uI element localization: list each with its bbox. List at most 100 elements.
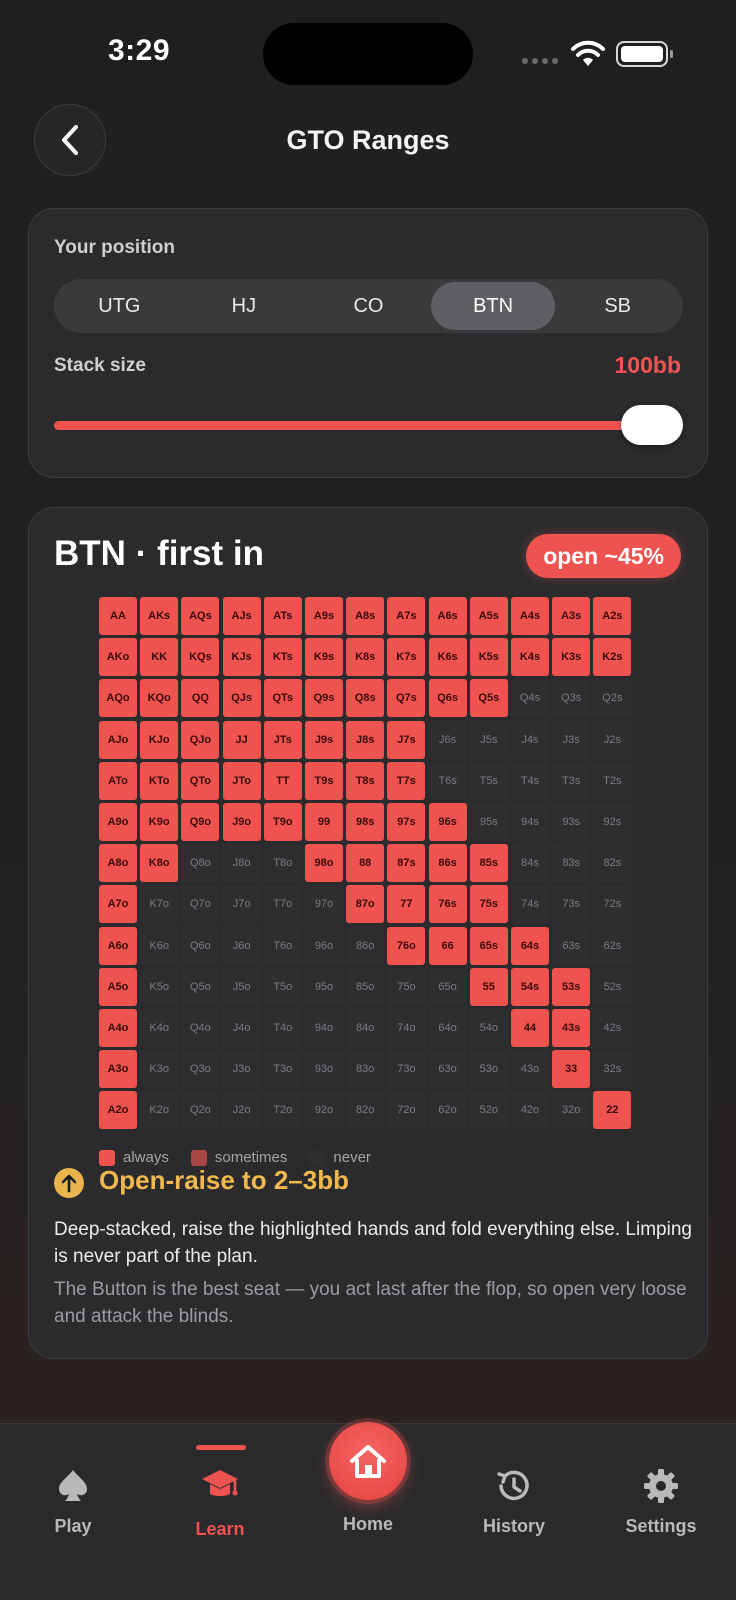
hand-cell-K6s[interactable]: K6s <box>428 638 467 677</box>
hand-cell-97s[interactable]: 97s <box>387 803 426 841</box>
hand-cell-65s[interactable]: 65s <box>469 926 508 965</box>
hand-cell-Q5o[interactable]: Q5o <box>181 967 220 1006</box>
hand-cell-A3o[interactable]: A3o <box>99 1050 137 1089</box>
hand-cell-K2o[interactable]: K2o <box>140 1091 179 1130</box>
hand-cell-K4s[interactable]: K4s <box>511 638 549 677</box>
hand-cell-A7o[interactable]: A7o <box>99 885 137 924</box>
hand-cell-43s[interactable]: 43s <box>552 1009 591 1047</box>
hand-cell-T5s[interactable]: T5s <box>469 761 508 800</box>
hand-cell-J2s[interactable]: J2s <box>593 720 632 759</box>
hand-cell-Q9s[interactable]: Q9s <box>305 679 343 718</box>
hand-cell-K7o[interactable]: K7o <box>140 885 179 924</box>
hand-cell-63s[interactable]: 63s <box>552 926 591 965</box>
hand-cell-KK[interactable]: KK <box>140 638 179 677</box>
hand-cell-53s[interactable]: 53s <box>552 967 591 1006</box>
hand-cell-K2s[interactable]: K2s <box>593 638 632 677</box>
hand-cell-93o[interactable]: 93o <box>305 1050 343 1089</box>
hand-cell-T7o[interactable]: T7o <box>263 885 302 924</box>
hand-cell-85o[interactable]: 85o <box>346 967 385 1006</box>
hand-cell-KJo[interactable]: KJo <box>140 720 179 759</box>
hand-cell-32s[interactable]: 32s <box>593 1050 632 1089</box>
hand-cell-22[interactable]: 22 <box>593 1091 632 1130</box>
hand-cell-A9s[interactable]: A9s <box>305 597 343 635</box>
hand-cell-A9o[interactable]: A9o <box>99 803 137 841</box>
hand-cell-86s[interactable]: 86s <box>428 844 467 883</box>
hand-cell-83o[interactable]: 83o <box>346 1050 385 1089</box>
hand-cell-A8o[interactable]: A8o <box>99 844 137 883</box>
hand-cell-K7s[interactable]: K7s <box>387 638 426 677</box>
hand-cell-87s[interactable]: 87s <box>387 844 426 883</box>
hand-cell-96o[interactable]: 96o <box>305 926 343 965</box>
hand-cell-QQ[interactable]: QQ <box>181 679 220 718</box>
hand-cell-52o[interactable]: 52o <box>469 1091 508 1130</box>
hand-cell-98s[interactable]: 98s <box>346 803 385 841</box>
hand-cell-T8o[interactable]: T8o <box>263 844 302 883</box>
hand-cell-T4s[interactable]: T4s <box>511 761 549 800</box>
hand-cell-Q8o[interactable]: Q8o <box>181 844 220 883</box>
hand-cell-87o[interactable]: 87o <box>346 885 385 924</box>
hand-cell-A7s[interactable]: A7s <box>387 597 426 635</box>
hand-cell-Q3o[interactable]: Q3o <box>181 1050 220 1089</box>
hand-cell-73s[interactable]: 73s <box>552 885 591 924</box>
hand-cell-J6s[interactable]: J6s <box>428 720 467 759</box>
hand-cell-99[interactable]: 99 <box>305 803 343 841</box>
hand-cell-97o[interactable]: 97o <box>305 885 343 924</box>
hand-cell-Q6o[interactable]: Q6o <box>181 926 220 965</box>
hand-cell-T4o[interactable]: T4o <box>263 1009 302 1047</box>
hand-cell-T3s[interactable]: T3s <box>552 761 591 800</box>
hand-cell-QJs[interactable]: QJs <box>222 679 261 718</box>
hand-cell-J5o[interactable]: J5o <box>222 967 261 1006</box>
tab-play[interactable]: Play <box>13 1424 133 1544</box>
hand-cell-JTo[interactable]: JTo <box>222 761 261 800</box>
hand-cell-J7s[interactable]: J7s <box>387 720 426 759</box>
hand-cell-64s[interactable]: 64s <box>511 926 549 965</box>
hand-cell-A4o[interactable]: A4o <box>99 1009 137 1047</box>
hand-cell-54o[interactable]: 54o <box>469 1009 508 1047</box>
hand-cell-ATs[interactable]: ATs <box>263 597 302 635</box>
hand-cell-62o[interactable]: 62o <box>428 1091 467 1130</box>
hand-cell-95o[interactable]: 95o <box>305 967 343 1006</box>
hand-cell-K9s[interactable]: K9s <box>305 638 343 677</box>
hand-cell-KQs[interactable]: KQs <box>181 638 220 677</box>
hand-cell-63o[interactable]: 63o <box>428 1050 467 1089</box>
hand-cell-T9s[interactable]: T9s <box>305 761 343 800</box>
hand-cell-98o[interactable]: 98o <box>305 844 343 883</box>
tab-learn[interactable]: Learn <box>160 1424 280 1544</box>
hand-cell-92o[interactable]: 92o <box>305 1091 343 1130</box>
hand-cell-96s[interactable]: 96s <box>428 803 467 841</box>
hand-cell-62s[interactable]: 62s <box>593 926 632 965</box>
slider-thumb[interactable] <box>621 405 683 445</box>
hand-cell-88[interactable]: 88 <box>346 844 385 883</box>
hand-cell-T3o[interactable]: T3o <box>263 1050 302 1089</box>
hand-cell-55[interactable]: 55 <box>469 967 508 1006</box>
hand-cell-J9s[interactable]: J9s <box>305 720 343 759</box>
hand-cell-Q8s[interactable]: Q8s <box>346 679 385 718</box>
home-button[interactable] <box>329 1422 407 1500</box>
hand-cell-K3s[interactable]: K3s <box>552 638 591 677</box>
hand-cell-85s[interactable]: 85s <box>469 844 508 883</box>
stack-size-slider[interactable] <box>54 405 683 445</box>
hand-cell-43o[interactable]: 43o <box>511 1050 549 1089</box>
hand-cell-Q2o[interactable]: Q2o <box>181 1091 220 1130</box>
hand-cell-33[interactable]: 33 <box>552 1050 591 1089</box>
hand-cell-JJ[interactable]: JJ <box>222 720 261 759</box>
hand-cell-J9o[interactable]: J9o <box>222 803 261 841</box>
hand-cell-AKs[interactable]: AKs <box>140 597 179 635</box>
position-option-utg[interactable]: UTG <box>57 282 182 330</box>
hand-cell-ATo[interactable]: ATo <box>99 761 137 800</box>
hand-cell-K3o[interactable]: K3o <box>140 1050 179 1089</box>
hand-cell-Q9o[interactable]: Q9o <box>181 803 220 841</box>
position-option-btn[interactable]: BTN <box>430 282 556 330</box>
hand-cell-J3o[interactable]: J3o <box>222 1050 261 1089</box>
hand-cell-K6o[interactable]: K6o <box>140 926 179 965</box>
hand-cell-75s[interactable]: 75s <box>469 885 508 924</box>
hand-cell-73o[interactable]: 73o <box>387 1050 426 1089</box>
hand-cell-92s[interactable]: 92s <box>593 803 632 841</box>
hand-cell-82s[interactable]: 82s <box>593 844 632 883</box>
hand-cell-J4s[interactable]: J4s <box>511 720 549 759</box>
hand-cell-Q7o[interactable]: Q7o <box>181 885 220 924</box>
hand-cell-64o[interactable]: 64o <box>428 1009 467 1047</box>
hand-cell-84o[interactable]: 84o <box>346 1009 385 1047</box>
hand-cell-TT[interactable]: TT <box>263 761 302 800</box>
hand-cell-Q7s[interactable]: Q7s <box>387 679 426 718</box>
